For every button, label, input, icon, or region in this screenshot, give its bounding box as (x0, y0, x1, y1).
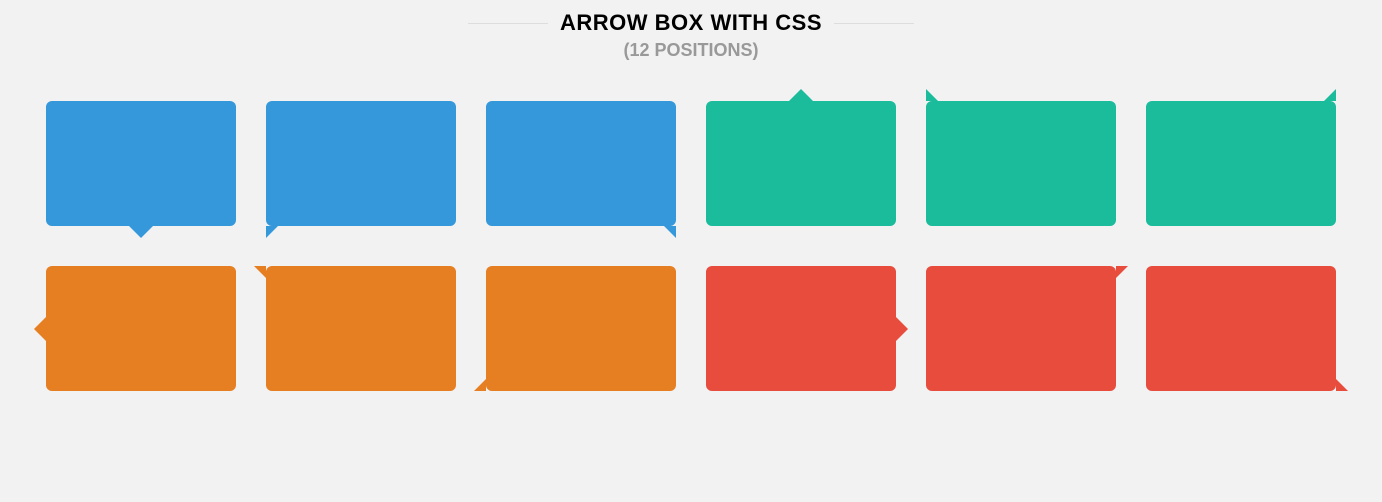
divider-left (468, 23, 548, 24)
page-title: ARROW BOX WITH CSS (560, 10, 822, 36)
page-header: ARROW BOX WITH CSS (12 POSITIONS) (15, 10, 1367, 61)
arrow-box-bottom-center (46, 101, 236, 226)
arrow-box-bottom-right (486, 101, 676, 226)
arrow-box-top-right (1146, 101, 1336, 226)
page-subtitle: (12 POSITIONS) (15, 40, 1367, 61)
arrow-box-left-bottom (486, 266, 676, 391)
arrow-box-right-center (706, 266, 896, 391)
arrow-box-top-left (926, 101, 1116, 226)
arrow-box-bottom-left (266, 101, 456, 226)
title-row: ARROW BOX WITH CSS (15, 10, 1367, 36)
arrow-box-grid (15, 101, 1367, 391)
arrow-box-right-bottom (1146, 266, 1336, 391)
arrow-box-top-center (706, 101, 896, 226)
arrow-box-right-top (926, 266, 1116, 391)
arrow-box-left-top (266, 266, 456, 391)
arrow-box-left-center (46, 266, 236, 391)
divider-right (834, 23, 914, 24)
